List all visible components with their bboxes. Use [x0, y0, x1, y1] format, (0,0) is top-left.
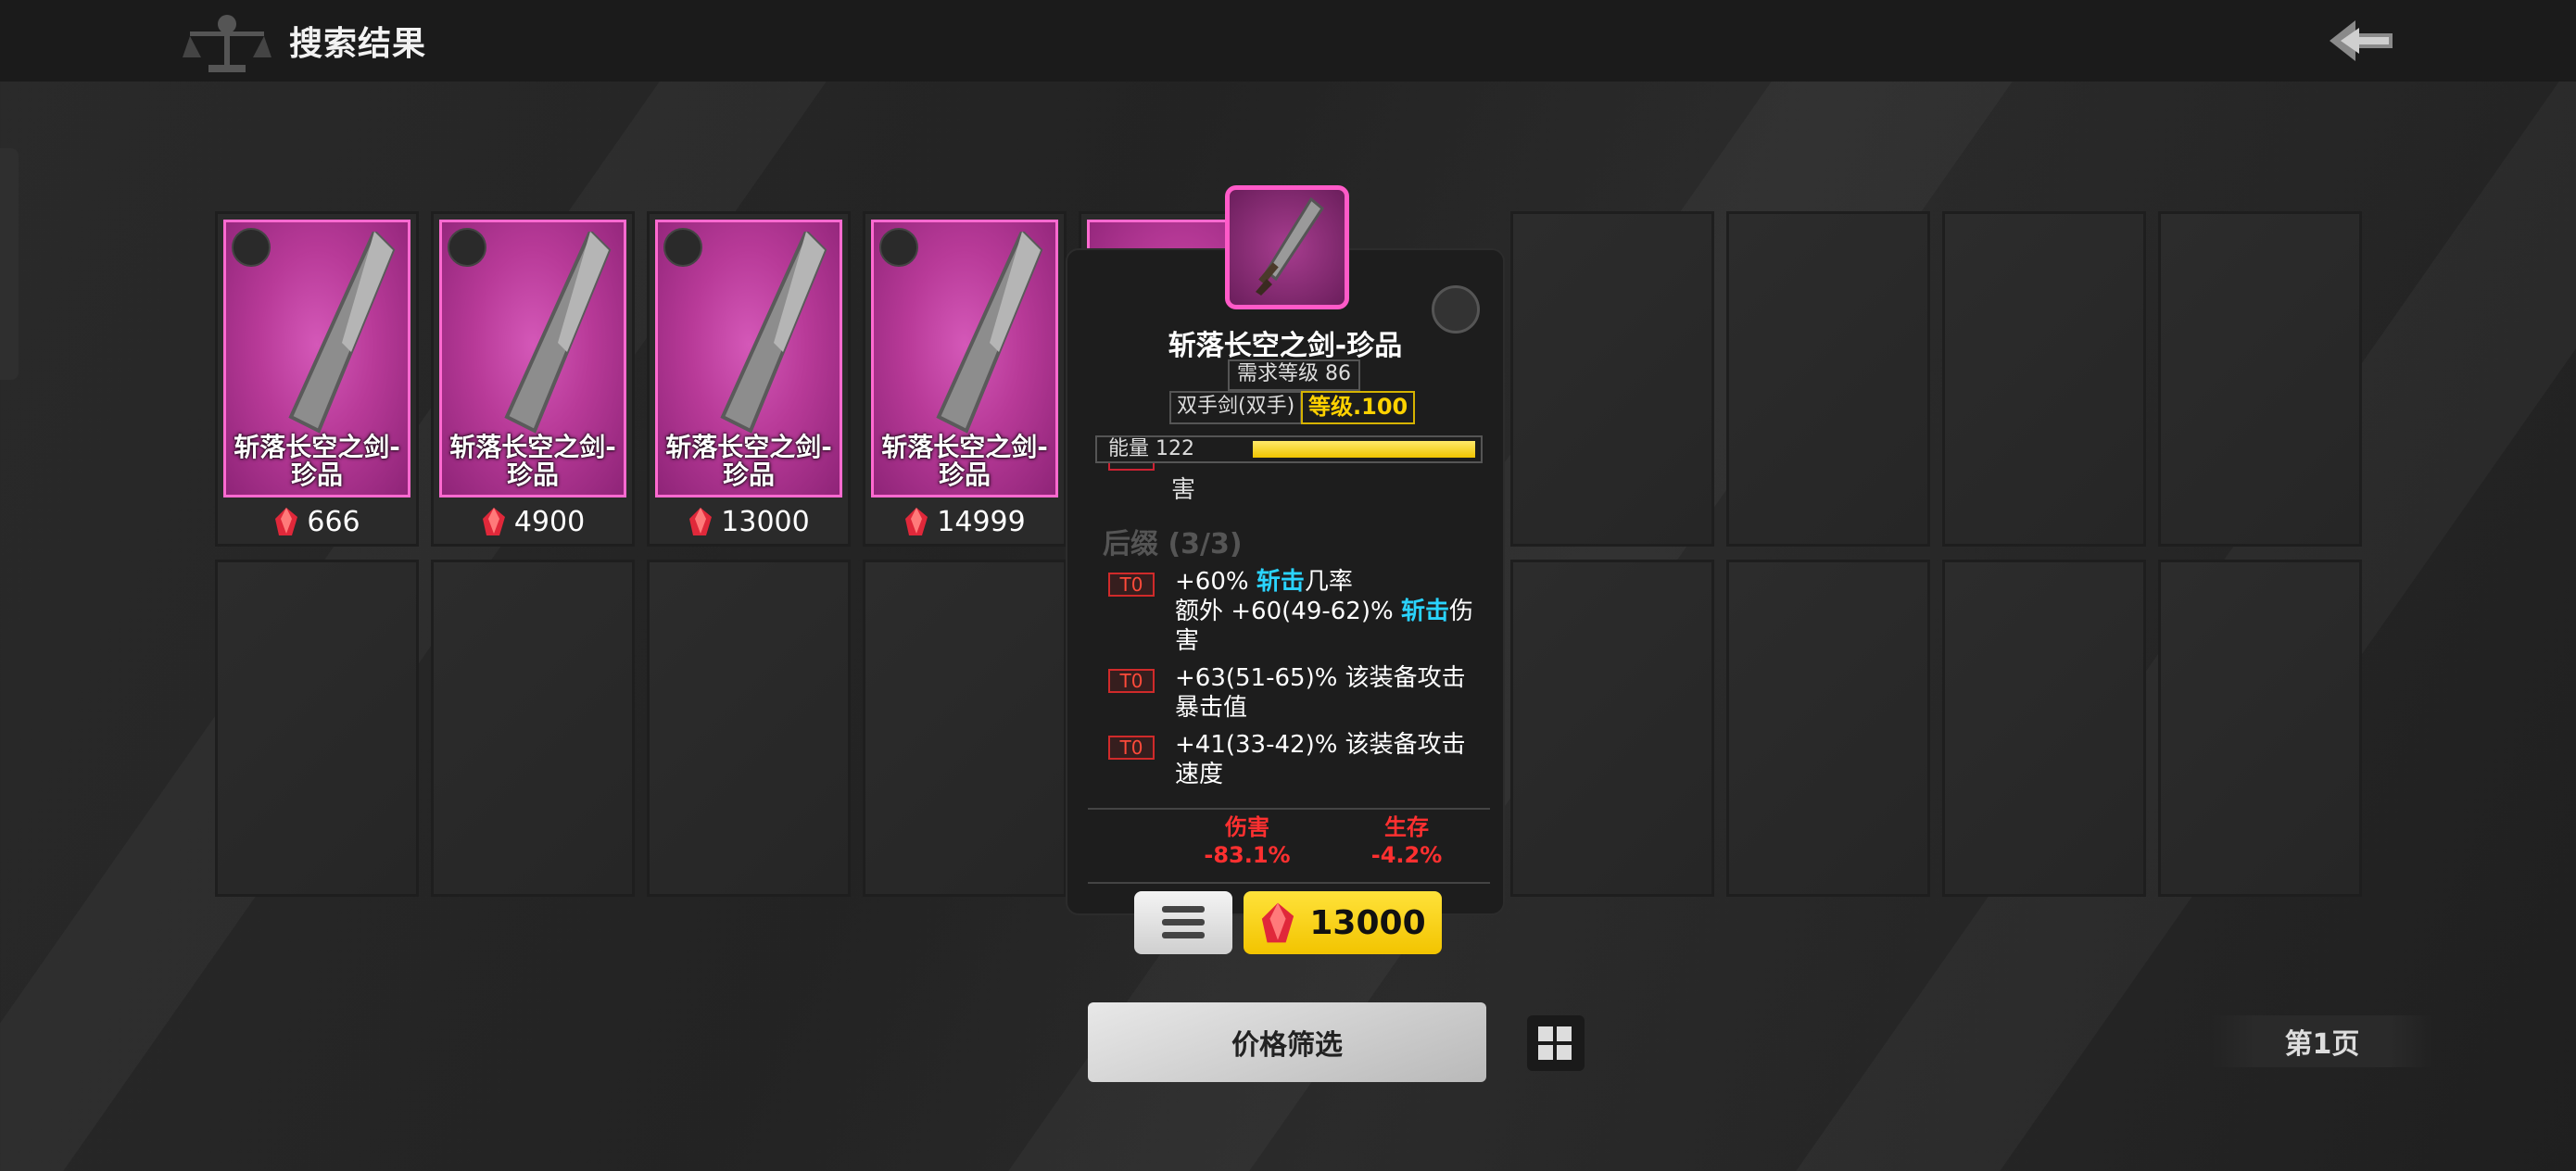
affix-row: T0 +63(51-65)% 该装备攻击 暴击值 [1108, 664, 1497, 728]
survival-stat: 生存 -4.2% [1332, 813, 1481, 869]
affix-row: T0 +60% 斩击几率 额外 +60(49-62)% 斩击伤 害 [1108, 568, 1497, 661]
affix-text-part: 害 [1175, 627, 1200, 655]
damage-stat: 伤害 -83.1% [1173, 813, 1321, 869]
item-card[interactable]: 斩落长空之剑-珍品 [871, 220, 1058, 497]
item-price-row: 13000 [650, 503, 848, 540]
page-indicator: 第1页 [2211, 1015, 2433, 1067]
tooltip-divider [1088, 808, 1490, 810]
empty-slot [2158, 211, 2362, 547]
page-title: 搜索结果 [289, 25, 427, 63]
item-slot[interactable]: 斩落长空之剑-珍品 666 [215, 211, 419, 547]
affix-tier-badge: T0 [1108, 736, 1155, 760]
empty-slot [647, 560, 851, 897]
red-crystal-icon [1262, 902, 1294, 943]
price-filter-button[interactable]: 价格筛选 [1088, 1002, 1486, 1082]
sword-icon [504, 232, 612, 434]
grid-view-button[interactable] [1527, 1015, 1585, 1071]
item-slot[interactable]: 斩落长空之剑-珍品 13000 [647, 211, 851, 547]
affix-text: +60% 斩击几率 额外 +60(49-62)% 斩击伤 害 [1175, 567, 1490, 656]
affix-tier-badge: T0 [1108, 573, 1155, 597]
item-price: 14999 [937, 505, 1026, 538]
affix-text-part: 伤 [1448, 598, 1473, 625]
affix-keyword: 斩击 [1400, 598, 1449, 625]
weapon-type-badge: 双手剑(双手) [1169, 391, 1303, 424]
affix-text-fragment: 害 [1171, 476, 1196, 504]
buy-price: 13000 [1309, 903, 1426, 942]
empty-slot [1942, 211, 2146, 547]
empty-slot [2158, 560, 2362, 897]
tooltip-item-icon [1225, 185, 1349, 309]
scale-logo-icon [183, 15, 271, 72]
item-price: 666 [307, 505, 360, 538]
empty-slot [863, 560, 1067, 897]
affix-row: T0 +41(33-42)% 该装备攻击 速度 [1108, 731, 1497, 795]
energy-fill [1253, 441, 1475, 458]
red-crystal-icon [689, 508, 713, 535]
buy-button[interactable]: 13000 [1244, 891, 1442, 954]
affix-text-part: +41(33-42)% 该装备攻击 [1175, 731, 1466, 759]
item-price: 13000 [721, 505, 810, 538]
affix-text: +63(51-65)% 该装备攻击 暴击值 [1175, 663, 1490, 723]
stat-value: -83.1% [1204, 842, 1291, 868]
stat-label: 生存 [1384, 814, 1429, 840]
affix-text-part: 速度 [1175, 761, 1224, 788]
tooltip-scroll-clip[interactable]: 害 [1092, 463, 1484, 510]
item-price-row: 14999 [865, 503, 1064, 540]
empty-slot [1510, 560, 1714, 897]
empty-slot [1942, 560, 2146, 897]
empty-slot [215, 560, 419, 897]
page-indicator-label: 第1页 [2284, 1028, 2360, 1061]
sword-icon [936, 232, 1043, 434]
sword-icon [1256, 196, 1324, 296]
back-arrow-icon[interactable] [2324, 13, 2398, 69]
affix-text-part: 额外 +60(49-62)% [1175, 598, 1401, 625]
required-level-badge: 需求等级 86 [1228, 359, 1360, 391]
item-slot[interactable]: 斩落长空之剑-珍品 4900 [431, 211, 635, 547]
tooltip-divider [1088, 882, 1490, 884]
affix-tier-badge: T0 [1108, 669, 1155, 693]
energy-bar: 能量 122 [1095, 435, 1483, 463]
empty-slot [1510, 211, 1714, 547]
energy-label: 能量 122 [1108, 437, 1194, 460]
affix-text-part: +63(51-65)% 该装备攻击 [1175, 664, 1466, 692]
item-level-badge: 等级.100 [1301, 391, 1416, 424]
item-name: 斩落长空之剑-珍品 [449, 432, 616, 490]
stat-label: 伤害 [1225, 814, 1269, 840]
affix-text-part: 几率 [1304, 568, 1353, 596]
item-card[interactable]: 斩落长空之剑-珍品 [655, 220, 842, 497]
affix-section-title: 后缀 (3/3) [1103, 528, 1243, 560]
item-card[interactable]: 斩落长空之剑-珍品 [439, 220, 626, 497]
item-card[interactable]: 斩落长空之剑-珍品 [223, 220, 410, 497]
red-crystal-icon [482, 508, 505, 535]
affix-text-part: +60% [1175, 568, 1256, 596]
item-name: 斩落长空之剑-珍品 [665, 432, 832, 490]
red-crystal-icon [275, 508, 298, 535]
empty-slot [431, 560, 635, 897]
stat-value: -4.2% [1370, 842, 1443, 868]
empty-slot [1726, 560, 1930, 897]
red-crystal-icon [905, 508, 928, 535]
affix-tier-badge [1108, 463, 1155, 471]
item-name: 斩落长空之剑-珍品 [881, 432, 1048, 490]
item-name: 斩落长空之剑-珍品 [234, 432, 400, 490]
item-price: 4900 [513, 505, 586, 538]
top-bar: 搜索结果 [0, 0, 2576, 82]
affix-keyword: 斩击 [1256, 568, 1305, 596]
side-tab[interactable] [0, 148, 19, 380]
price-filter-label: 价格筛选 [1231, 1029, 1343, 1062]
menu-button[interactable] [1134, 891, 1232, 954]
affix-text-part: 暴击值 [1175, 694, 1248, 722]
sword-icon [288, 232, 396, 434]
item-price-row: 666 [218, 503, 416, 540]
item-slot[interactable]: 斩落长空之剑-珍品 14999 [863, 211, 1067, 547]
affix-text: +41(33-42)% 该装备攻击 速度 [1175, 730, 1490, 789]
sword-icon [720, 232, 827, 434]
item-price-row: 4900 [434, 503, 632, 540]
tooltip-item-name: 斩落长空之剑-珍品 [1168, 330, 1403, 362]
empty-slot [1726, 211, 1930, 547]
